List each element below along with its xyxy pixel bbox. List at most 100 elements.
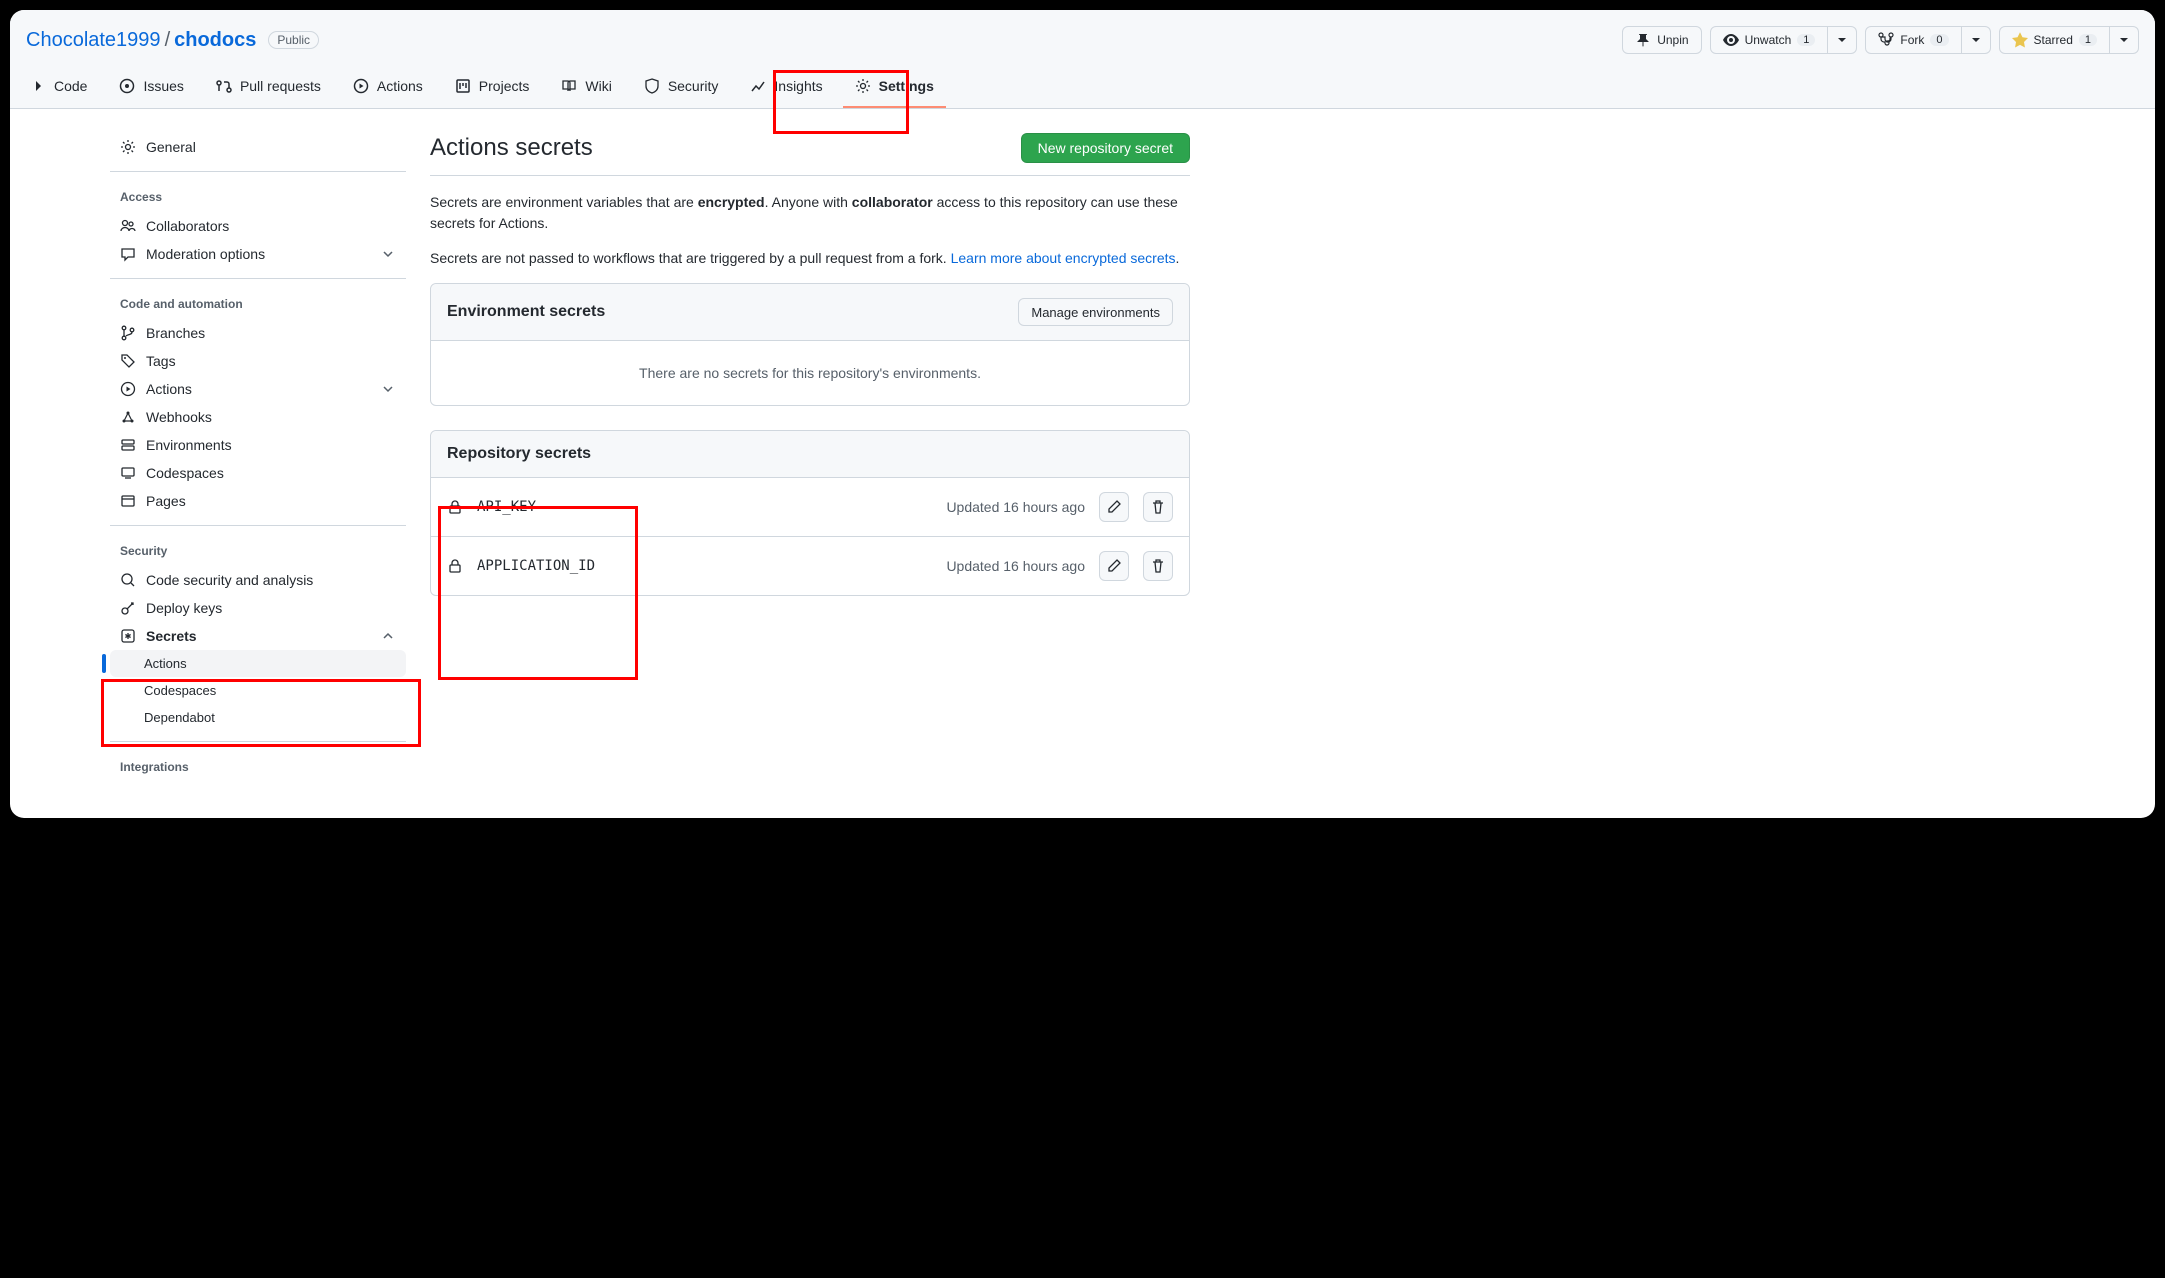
- sidebar-item-tags[interactable]: Tags: [110, 347, 406, 375]
- pull-request-icon: [216, 78, 232, 94]
- new-secret-button[interactable]: New repository secret: [1021, 133, 1190, 163]
- secret-row: API_KEY Updated 16 hours ago: [431, 478, 1189, 536]
- unpin-button[interactable]: Unpin: [1622, 26, 1701, 54]
- breadcrumb-sep: /: [165, 29, 171, 52]
- chevron-down-icon: [380, 381, 396, 397]
- project-icon: [455, 78, 471, 94]
- codespaces-icon: [120, 465, 136, 481]
- tab-security[interactable]: Security: [632, 70, 731, 108]
- sidebar-heading-code: Code and automation: [110, 289, 406, 319]
- repo-nav: Code Issues Pull requests Actions Projec…: [26, 70, 2139, 108]
- issue-icon: [119, 78, 135, 94]
- caret-down-icon: [2116, 32, 2132, 48]
- tab-actions[interactable]: Actions: [341, 70, 435, 108]
- delete-secret-button[interactable]: [1143, 551, 1173, 581]
- fork-icon: [1878, 32, 1894, 48]
- learn-more-link[interactable]: Learn more about encrypted secrets: [951, 250, 1176, 266]
- tab-insights[interactable]: Insights: [738, 70, 834, 108]
- sidebar-item-codespaces[interactable]: Codespaces: [110, 459, 406, 487]
- sidebar-item-general[interactable]: General: [110, 133, 406, 161]
- breadcrumb: Chocolate1999 / chodocs Public: [26, 29, 319, 52]
- environment-secrets-panel: Environment secrets Manage environments …: [430, 283, 1190, 406]
- sidebar-item-secrets-codespaces[interactable]: Codespaces: [110, 677, 406, 704]
- description-1: Secrets are environment variables that a…: [430, 192, 1190, 234]
- asterisk-icon: [120, 628, 136, 644]
- sidebar-heading-security: Security: [110, 536, 406, 566]
- play-icon: [353, 78, 369, 94]
- edit-secret-button[interactable]: [1099, 492, 1129, 522]
- sidebar-item-webhooks[interactable]: Webhooks: [110, 403, 406, 431]
- description-2: Secrets are not passed to workflows that…: [430, 248, 1190, 269]
- pin-icon: [1635, 32, 1651, 48]
- manage-environments-button[interactable]: Manage environments: [1018, 298, 1173, 326]
- settings-sidebar: General Access Collaborators Moderation …: [110, 133, 406, 782]
- star-button[interactable]: Starred 1: [1999, 26, 2110, 54]
- secret-name: APPLICATION_ID: [477, 558, 932, 574]
- tab-projects[interactable]: Projects: [443, 70, 542, 108]
- browser-icon: [120, 493, 136, 509]
- lock-icon: [447, 558, 463, 574]
- lock-icon: [447, 499, 463, 515]
- webhook-icon: [120, 409, 136, 425]
- fork-count: 0: [1930, 34, 1948, 46]
- sidebar-item-environments[interactable]: Environments: [110, 431, 406, 459]
- env-secrets-empty: There are no secrets for this repository…: [431, 341, 1189, 405]
- repository-secrets-panel: Repository secrets API_KEY Updated 16 hou…: [430, 430, 1190, 596]
- tab-issues[interactable]: Issues: [107, 70, 195, 108]
- visibility-badge: Public: [268, 31, 319, 49]
- graph-icon: [750, 78, 766, 94]
- edit-secret-button[interactable]: [1099, 551, 1129, 581]
- key-icon: [120, 600, 136, 616]
- secret-updated: Updated 16 hours ago: [946, 499, 1085, 515]
- comment-icon: [120, 246, 136, 262]
- secret-name: API_KEY: [477, 499, 932, 515]
- sidebar-item-secrets-dependabot[interactable]: Dependabot: [110, 704, 406, 731]
- tag-icon: [120, 353, 136, 369]
- sidebar-heading-integrations: Integrations: [110, 752, 406, 782]
- sidebar-item-secrets[interactable]: Secrets: [110, 622, 406, 650]
- env-secrets-title: Environment secrets: [447, 303, 605, 321]
- star-caret[interactable]: [2110, 26, 2139, 54]
- gear-icon: [120, 139, 136, 155]
- sidebar-item-secrets-actions[interactable]: Actions: [110, 650, 406, 677]
- star-count: 1: [2079, 34, 2097, 46]
- chevron-up-icon: [380, 628, 396, 644]
- watch-caret[interactable]: [1828, 26, 1857, 54]
- sidebar-item-code-security[interactable]: Code security and analysis: [110, 566, 406, 594]
- star-icon: [2012, 32, 2028, 48]
- book-icon: [561, 78, 577, 94]
- server-icon: [120, 437, 136, 453]
- tab-pulls[interactable]: Pull requests: [204, 70, 333, 108]
- unwatch-button[interactable]: Unwatch 1: [1710, 26, 1829, 54]
- gear-icon: [855, 78, 871, 94]
- tab-wiki[interactable]: Wiki: [549, 70, 623, 108]
- caret-down-icon: [1834, 32, 1850, 48]
- shield-icon: [644, 78, 660, 94]
- sidebar-item-branches[interactable]: Branches: [110, 319, 406, 347]
- secret-updated: Updated 16 hours ago: [946, 558, 1085, 574]
- tab-code[interactable]: Code: [30, 70, 99, 108]
- chevron-down-icon: [380, 246, 396, 262]
- watch-count: 1: [1797, 34, 1815, 46]
- delete-secret-button[interactable]: [1143, 492, 1173, 522]
- sidebar-item-actions[interactable]: Actions: [110, 375, 406, 403]
- chevron-right-icon: [30, 78, 46, 94]
- page-title: Actions secrets: [430, 134, 593, 162]
- codescan-icon: [120, 572, 136, 588]
- sidebar-item-deploy-keys[interactable]: Deploy keys: [110, 594, 406, 622]
- people-icon: [120, 218, 136, 234]
- repo-link[interactable]: chodocs: [174, 29, 256, 52]
- fork-caret[interactable]: [1962, 26, 1991, 54]
- sidebar-item-collaborators[interactable]: Collaborators: [110, 212, 406, 240]
- tab-settings[interactable]: Settings: [843, 70, 946, 108]
- repo-secrets-title: Repository secrets: [447, 445, 591, 463]
- caret-down-icon: [1968, 32, 1984, 48]
- sidebar-item-pages[interactable]: Pages: [110, 487, 406, 515]
- fork-button[interactable]: Fork 0: [1865, 26, 1961, 54]
- owner-link[interactable]: Chocolate1999: [26, 29, 161, 52]
- sidebar-heading-access: Access: [110, 182, 406, 212]
- branch-icon: [120, 325, 136, 341]
- eye-icon: [1723, 32, 1739, 48]
- sidebar-item-moderation[interactable]: Moderation options: [110, 240, 406, 268]
- play-icon: [120, 381, 136, 397]
